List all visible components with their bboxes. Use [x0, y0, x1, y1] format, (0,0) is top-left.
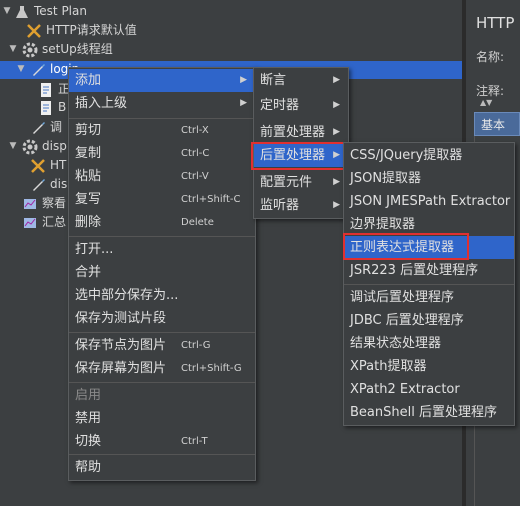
menu-item-config-element[interactable]: 配置元件 ▶: [254, 171, 348, 194]
menu-item-save-node-image[interactable]: 保存节点为图片 Ctrl-G: [69, 334, 255, 357]
wrench-scissors-icon: [30, 158, 46, 174]
menu-item-disable[interactable]: 禁用: [69, 407, 255, 430]
submenu-arrow-icon: ▶: [333, 127, 340, 137]
gear-icon: [22, 42, 38, 58]
menu-item-copy[interactable]: 复制 Ctrl-C: [69, 142, 255, 165]
menu-item-xpath2-extractor[interactable]: XPath2 Extractor: [344, 378, 514, 401]
submenu-arrow-icon: ▶: [333, 75, 340, 85]
tab-basic[interactable]: 基本: [474, 112, 520, 136]
sampler-pen-icon: [30, 177, 46, 193]
menu-item-add[interactable]: 添加 ▶: [69, 69, 255, 92]
submenu-arrow-icon: ▶: [333, 177, 340, 187]
tree-node-http-defaults[interactable]: HTTP请求默认值: [0, 21, 200, 40]
post-processor-submenu: CSS/JQuery提取器 JSON提取器 JSON JMESPath Extr…: [343, 142, 515, 426]
tree-label: 汇总: [42, 215, 67, 229]
name-label: 名称:: [476, 50, 505, 64]
tree-label: setUp线程组: [42, 42, 113, 56]
menu-item-json-extractor[interactable]: JSON提取器: [344, 167, 514, 190]
expand-toggle-icon[interactable]: ▼: [2, 2, 12, 21]
menu-item-timer[interactable]: 定时器 ▶: [254, 94, 348, 117]
menu-item-save-selection[interactable]: 选中部分保存为...: [69, 284, 255, 307]
document-icon: [38, 100, 54, 116]
menu-item-xpath-extractor[interactable]: XPath提取器: [344, 355, 514, 378]
menu-item-json-jmespath-extractor[interactable]: JSON JMESPath Extractor: [344, 190, 514, 213]
menu-separator: [69, 332, 255, 333]
expand-toggle-icon[interactable]: ▼: [8, 40, 18, 59]
menu-separator: [69, 236, 255, 237]
sampler-pen-icon: [30, 120, 46, 136]
tree-label: HT: [50, 158, 67, 172]
red-annotation-box: [251, 142, 348, 170]
expand-toggle-icon[interactable]: ▼: [16, 60, 26, 79]
menu-separator: [344, 284, 514, 285]
menu-item-insert-parent[interactable]: 插入上级 ▶: [69, 92, 255, 115]
menu-item-save-screen-image[interactable]: 保存屏幕为图片 Ctrl+Shift-G: [69, 357, 255, 380]
tree-label: B: [58, 100, 67, 114]
submenu-arrow-icon: ▶: [240, 75, 247, 85]
panel-title: HTTP: [476, 14, 515, 32]
menu-item-open[interactable]: 打开...: [69, 238, 255, 261]
chart-icon: [22, 196, 38, 212]
menu-item-jsr223-post-processor[interactable]: JSR223 后置处理程序: [344, 259, 514, 282]
menu-item-debug-post-processor[interactable]: 调试后置处理程序: [344, 286, 514, 309]
tree-label: HTTP请求默认值: [46, 23, 137, 37]
tree-label: Test Plan: [34, 4, 87, 18]
menu-item-pre-processor[interactable]: 前置处理器 ▶: [254, 121, 348, 144]
sampler-pen-icon: [30, 62, 46, 78]
menu-item-duplicate[interactable]: 复写 Ctrl+Shift-C: [69, 188, 255, 211]
menu-item-assertion[interactable]: 断言 ▶: [254, 69, 348, 92]
tree-node-test-plan[interactable]: ▼ Test Plan: [0, 2, 200, 21]
red-annotation-box: [343, 233, 469, 260]
gear-icon: [22, 139, 38, 155]
menu-item-css-jquery-extractor[interactable]: CSS/JQuery提取器: [344, 144, 514, 167]
expand-toggle-icon[interactable]: ▼: [8, 137, 18, 156]
collapse-arrows-icon[interactable]: ▲▼: [480, 98, 492, 107]
submenu-arrow-icon: ▶: [333, 100, 340, 110]
menu-item-paste[interactable]: 粘贴 Ctrl-V: [69, 165, 255, 188]
menu-item-merge[interactable]: 合并: [69, 261, 255, 284]
tree-label: 调: [50, 120, 63, 134]
chart-icon: [22, 215, 38, 231]
document-icon: [38, 82, 54, 98]
menu-item-jdbc-post-processor[interactable]: JDBC 后置处理程序: [344, 309, 514, 332]
wrench-scissors-icon: [26, 23, 42, 39]
menu-separator: [69, 454, 255, 455]
tree-label: 察看: [42, 196, 67, 210]
menu-item-save-fragment[interactable]: 保存为测试片段: [69, 307, 255, 330]
tree-label: dis: [50, 177, 68, 191]
tree-node-setup-group[interactable]: ▼ setUp线程组: [0, 40, 200, 59]
menu-item-toggle[interactable]: 切换 Ctrl-T: [69, 430, 255, 453]
menu-item-listener[interactable]: 监听器 ▶: [254, 194, 348, 217]
menu-item-beanshell-post-processor[interactable]: BeanShell 后置处理程序: [344, 401, 514, 424]
menu-item-help[interactable]: 帮助: [69, 456, 255, 479]
menu-separator: [69, 382, 255, 383]
context-menu: 添加 ▶ 插入上级 ▶ 剪切 Ctrl-X 复制 Ctrl-C 粘贴 Ctrl-V 复写 C…: [68, 67, 256, 481]
submenu-arrow-icon: ▶: [240, 98, 247, 108]
menu-item-cut[interactable]: 剪切 Ctrl-X: [69, 119, 255, 142]
menu-item-enable[interactable]: 启用: [69, 384, 255, 407]
menu-item-delete[interactable]: 删除 Delete: [69, 211, 255, 234]
submenu-arrow-icon: ▶: [333, 200, 340, 210]
flask-icon: [14, 4, 30, 20]
tree-label: disp: [42, 139, 67, 153]
comment-label: 注释:: [476, 84, 505, 98]
menu-item-result-status-handler[interactable]: 结果状态处理器: [344, 332, 514, 355]
